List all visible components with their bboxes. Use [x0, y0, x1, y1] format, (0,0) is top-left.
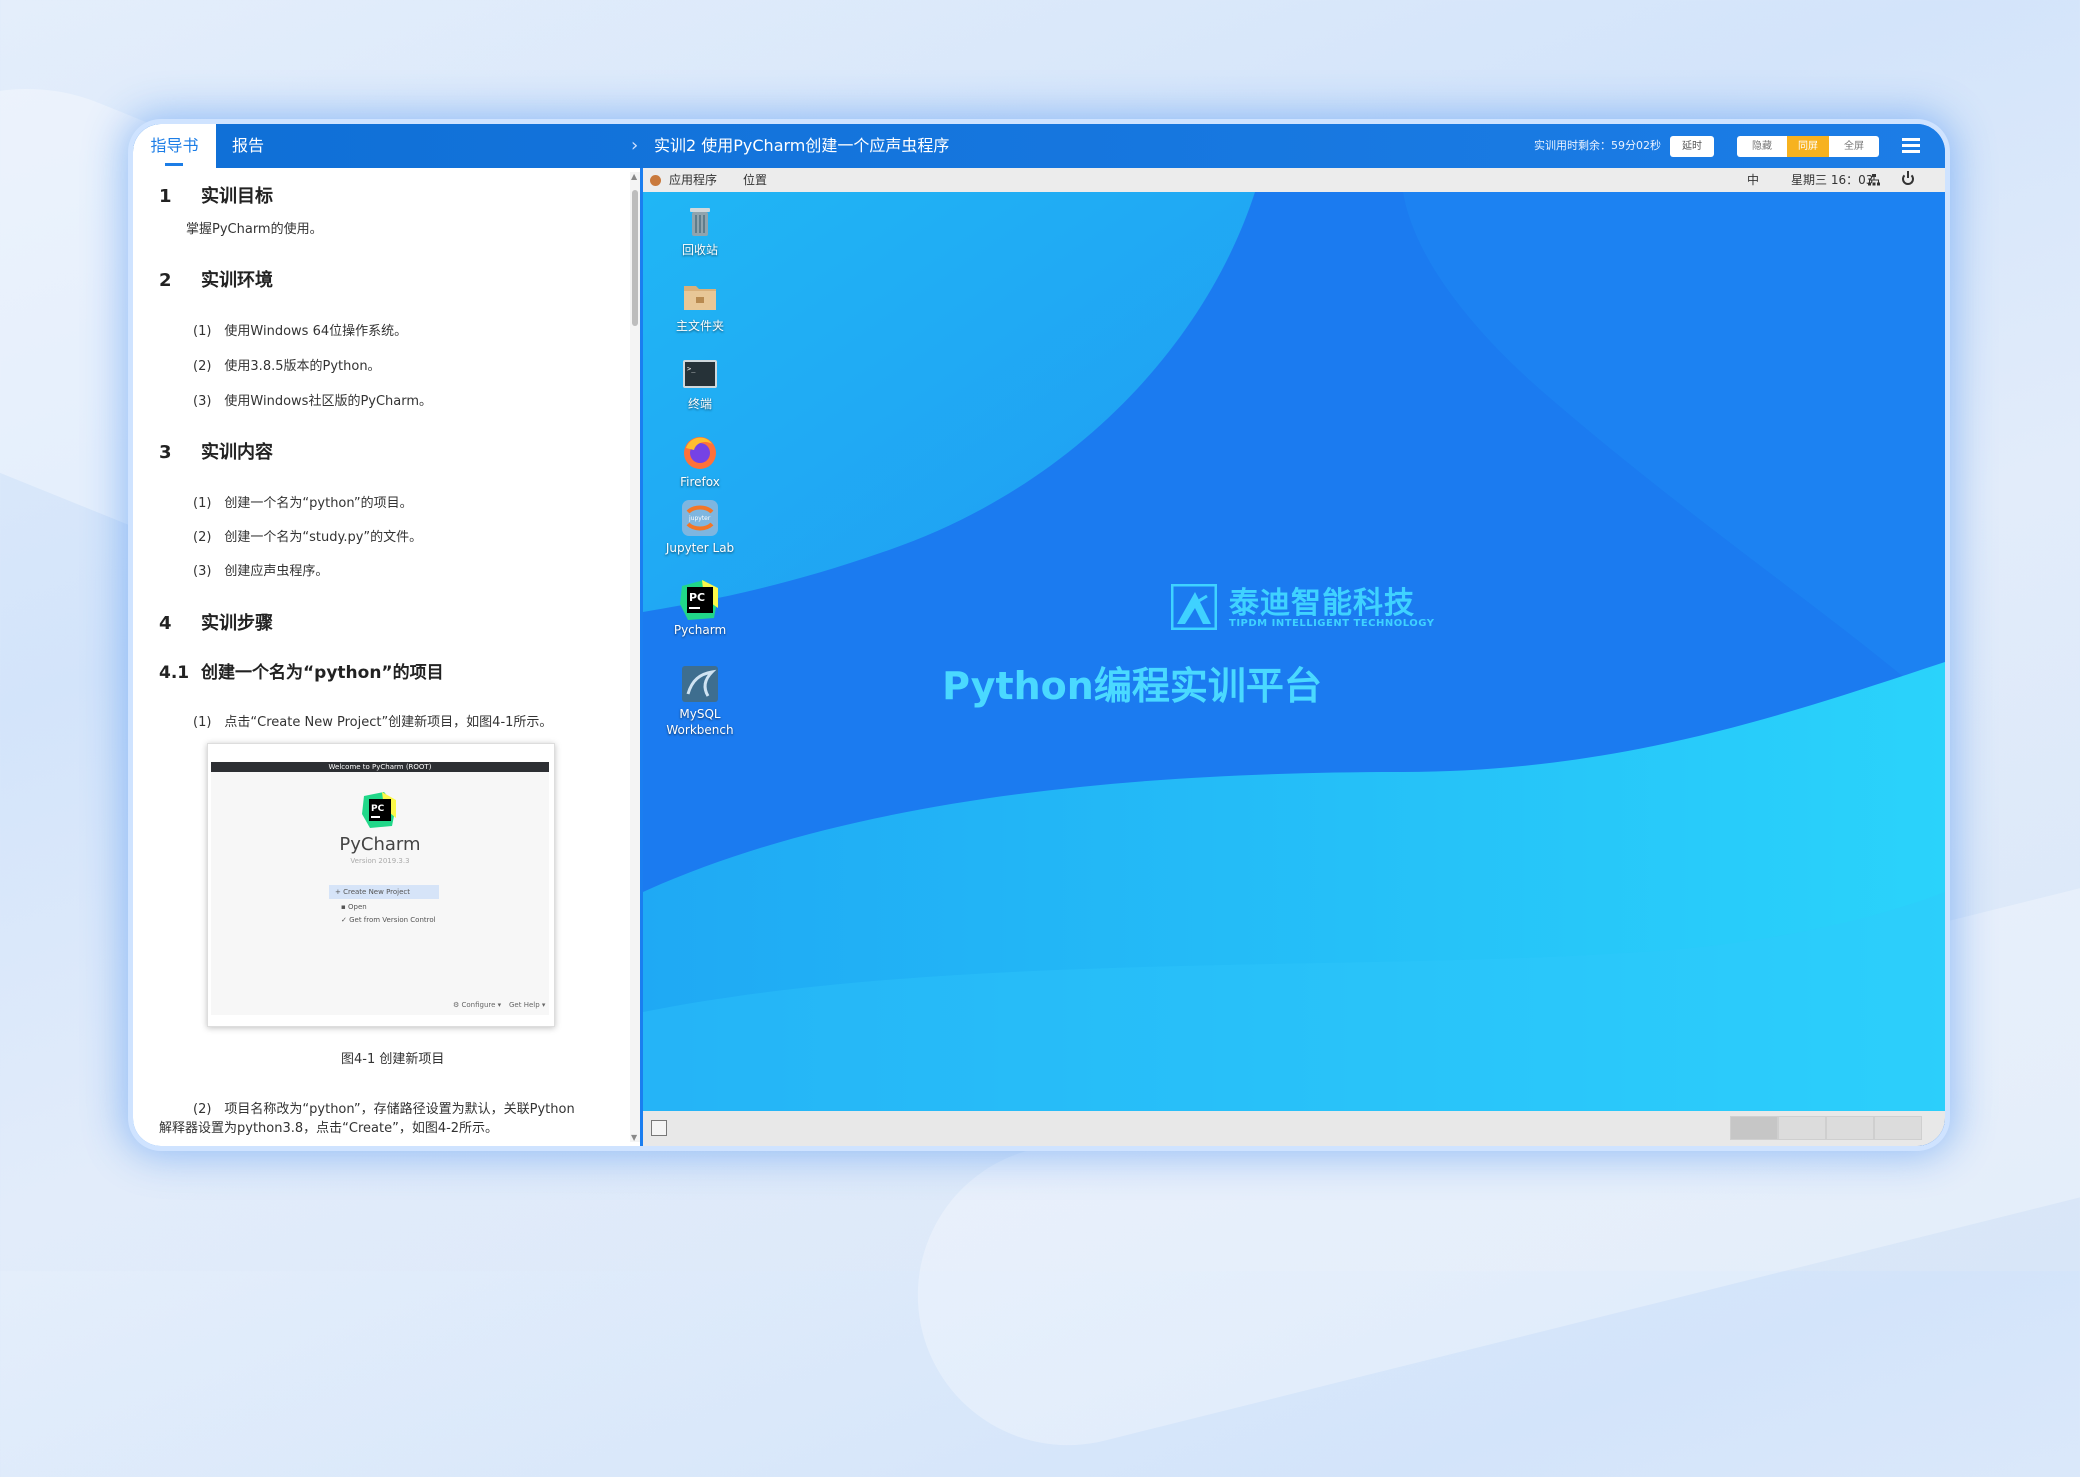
firefox-icon — [680, 432, 720, 472]
hamburger-menu-icon[interactable] — [1902, 138, 1920, 154]
places-menu[interactable]: 位置 — [743, 168, 767, 192]
workspace-1[interactable] — [1730, 1116, 1778, 1140]
figure-footer: ⚙ Configure ▾ — [453, 1001, 502, 1009]
tab-guide[interactable]: 指导书 — [133, 124, 216, 168]
figure-option: ▪ Open — [341, 903, 367, 911]
collapse-chevron-icon[interactable]: › — [631, 124, 638, 168]
guide-scrollbar[interactable]: ▲ ▼ — [630, 172, 640, 1142]
workspace-2[interactable] — [1778, 1116, 1826, 1140]
desktop-icon-label: Jupyter Lab — [665, 541, 735, 555]
home-folder-icon — [680, 276, 720, 316]
step-text: 解释器设置为python3.8，点击“Create”，如图4-2所示。 — [159, 1121, 499, 1136]
tab-guide-label: 指导书 — [150, 136, 199, 155]
section-heading: 2 实训环境 — [159, 270, 273, 291]
fullscreen-button[interactable]: 全屏 — [1829, 136, 1879, 157]
workspace-3[interactable] — [1826, 1116, 1874, 1140]
tipdm-logo-icon — [1171, 584, 1217, 630]
section-heading: 1 实训目标 — [159, 186, 273, 207]
guide-panel: 1 实训目标 掌握PyCharm的使用。 2 实训环境 (1) 使用Windows … — [133, 168, 640, 1146]
gnome-top-panel: 应用程序 位置 中 星期三 16：03 — [643, 168, 1945, 192]
figure-option: ✓ Get from Version Control — [341, 916, 436, 924]
terminal-icon: >_ — [680, 354, 720, 394]
list-item: (1) 创建一个名为“python”的项目。 — [193, 496, 413, 511]
bottom-taskbar — [643, 1111, 1945, 1146]
figure-option: + Create New Project — [329, 885, 439, 899]
input-method-indicator[interactable]: 中 — [1747, 168, 1759, 192]
brand-name: 泰迪智能科技 — [1229, 586, 1415, 621]
pycharm-logo-icon: PC — [362, 792, 396, 828]
show-desktop-icon[interactable] — [651, 1120, 667, 1136]
list-item: (3) 使用Windows社区版的PyCharm。 — [193, 394, 433, 409]
hide-button[interactable]: 隐藏 — [1737, 136, 1787, 157]
list-item: (2) 创建一个名为“study.py”的文件。 — [193, 530, 423, 545]
step-text: (1) 点击“Create New Project”创建新项目，如图4-1所示。 — [193, 715, 553, 730]
brand-logo: 泰迪智能科技 TIPDM INTELLIGENT TECHNOLOGY — [1171, 578, 1571, 638]
figure-pycharm-welcome: Welcome to PyCharm (ROOT) PC PyCharm Ver… — [207, 743, 555, 1027]
svg-text:jupyter: jupyter — [688, 515, 711, 522]
desktop-icon-label: 回收站 — [681, 243, 718, 257]
desktop-icon-label: Pycharm — [673, 623, 727, 637]
desktop-icon-label: 主文件夹 — [675, 319, 724, 333]
svg-text:PC: PC — [689, 591, 705, 604]
svg-text:>_: >_ — [687, 365, 696, 373]
panel-clock[interactable]: 星期三 16：03 — [1791, 168, 1873, 192]
pycharm-icon: PC — [680, 580, 720, 620]
lab-window: 指导书 报告 › 实训2 使用PyCharm创建一个应声虫程序 实训用时剩余：5… — [133, 124, 1945, 1146]
desktop-icon-jupyter[interactable]: jupyter Jupyter Lab — [660, 498, 740, 556]
scroll-thumb[interactable] — [632, 190, 638, 326]
figure-version: Version 2019.3.3 — [350, 857, 410, 865]
platform-title: Python编程实训平台 — [942, 664, 1322, 708]
list-item: (1) 使用Windows 64位操作系统。 — [193, 324, 408, 339]
goal-text: 掌握PyCharm的使用。 — [186, 222, 323, 237]
desktop-wallpaper — [643, 192, 1945, 1111]
scroll-down-icon[interactable]: ▼ — [631, 1133, 637, 1142]
subsection-heading: 4.1 创建一个名为“python”的项目 — [159, 663, 444, 683]
desktop-icon-terminal[interactable]: >_ 终端 — [660, 354, 740, 412]
workspace-4[interactable] — [1874, 1116, 1922, 1140]
svg-text:PC: PC — [371, 804, 385, 814]
trash-icon — [680, 200, 720, 240]
jupyter-icon: jupyter — [680, 498, 720, 538]
remote-desktop[interactable]: 应用程序 位置 中 星期三 16：03 回收站 主文件夹 >_ 终端 Firef… — [643, 168, 1945, 1146]
figure-app-name: PyCharm — [339, 834, 421, 855]
figure-caption: 图4-1 创建新项目 — [341, 1052, 445, 1067]
desktop-icon-firefox[interactable]: Firefox — [660, 432, 740, 490]
tab-report[interactable]: 报告 — [232, 124, 264, 168]
scroll-up-icon[interactable]: ▲ — [631, 172, 637, 181]
figure-footer: Get Help ▾ — [509, 1001, 546, 1009]
desktop-icon-trash[interactable]: 回收站 — [660, 200, 740, 258]
figure-window-title: Welcome to PyCharm (ROOT) — [211, 762, 549, 772]
desktop-icon-home[interactable]: 主文件夹 — [660, 276, 740, 334]
sync-screen-button[interactable]: 同屏 — [1787, 136, 1829, 157]
top-bar: 指导书 报告 › 实训2 使用PyCharm创建一个应声虫程序 实训用时剩余：5… — [133, 124, 1945, 168]
applications-icon — [650, 175, 661, 186]
power-icon[interactable] — [1902, 171, 1914, 185]
extend-time-button[interactable]: 延时 — [1670, 136, 1714, 157]
brand-tagline: TIPDM INTELLIGENT TECHNOLOGY — [1229, 618, 1435, 629]
applications-menu[interactable]: 应用程序 — [669, 168, 717, 192]
list-item: (3) 创建应声虫程序。 — [193, 564, 329, 579]
desktop-icon-label: 终端 — [687, 397, 712, 411]
network-icon[interactable] — [1868, 174, 1880, 186]
desktop-icon-label: Firefox — [680, 475, 720, 489]
section-heading: 4 实训步骤 — [159, 613, 273, 634]
lab-title: 实训2 使用PyCharm创建一个应声虫程序 — [654, 136, 950, 155]
desktop-icon-label: MySQL Workbench — [666, 707, 734, 737]
time-remaining: 实训用时剩余：59分02秒 — [1534, 139, 1661, 152]
list-item: (2) 使用3.8.5版本的Python。 — [193, 359, 381, 374]
desktop-icon-pycharm[interactable]: PC Pycharm — [660, 580, 740, 638]
section-heading: 3 实训内容 — [159, 442, 273, 463]
step-text: (2) 项目名称改为“python”，存储路径设置为默认，关联Python — [193, 1102, 575, 1117]
